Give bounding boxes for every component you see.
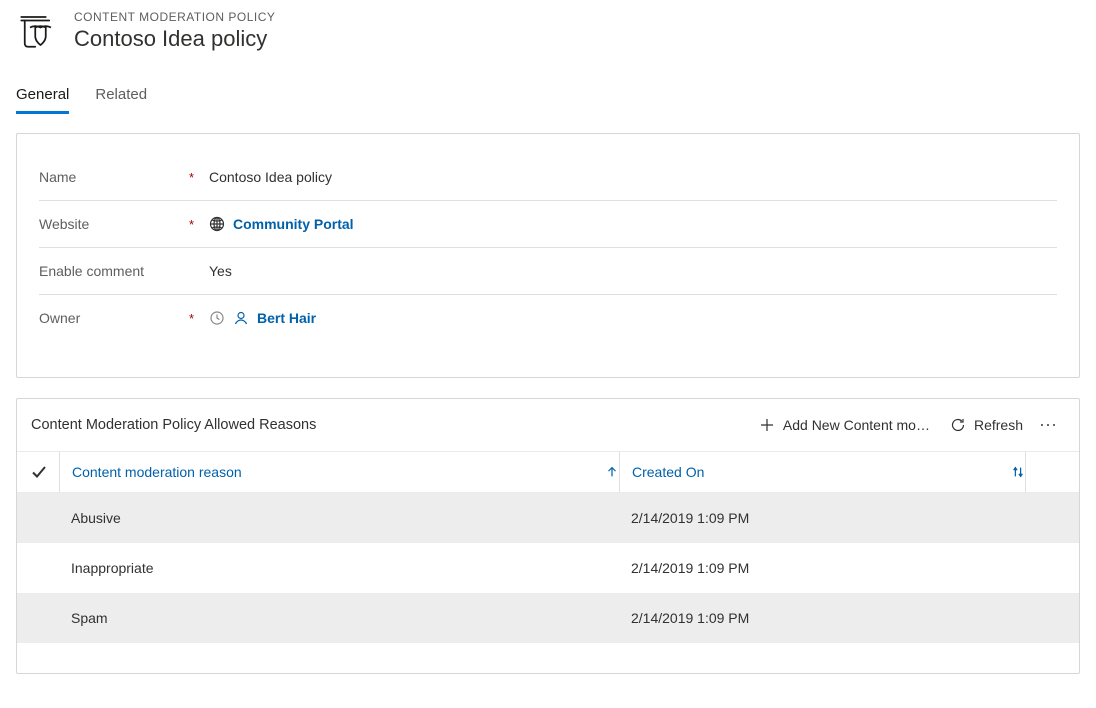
name-label: Name [39, 169, 76, 185]
required-mark: * [189, 170, 194, 185]
person-icon [233, 310, 249, 326]
cell-created: 2/14/2019 1:09 PM [619, 510, 1049, 526]
subgrid-allowed-reasons: Content Moderation Policy Allowed Reason… [16, 398, 1080, 674]
cell-created: 2/14/2019 1:09 PM [619, 560, 1049, 576]
website-link[interactable]: Community Portal [233, 216, 354, 232]
clock-icon [209, 310, 225, 326]
page-title: Contoso Idea policy [74, 26, 275, 52]
name-value: Contoso Idea policy [209, 169, 332, 185]
required-mark: * [189, 311, 194, 326]
cell-reason: Spam [59, 610, 619, 626]
grid-header: Content moderation reason Created On [17, 451, 1079, 493]
enable-comment-value: Yes [209, 263, 232, 279]
owner-label: Owner [39, 310, 80, 326]
sort-both-icon [1011, 465, 1025, 479]
field-owner[interactable]: Owner * Bert Hair [39, 295, 1057, 341]
cell-reason: Inappropriate [59, 560, 619, 576]
shield-document-icon [16, 10, 58, 52]
cell-created: 2/14/2019 1:09 PM [619, 610, 1049, 626]
enable-comment-label: Enable comment [39, 263, 144, 279]
cell-reason: Abusive [59, 510, 619, 526]
refresh-icon [950, 417, 966, 433]
page-header: CONTENT MODERATION POLICY Contoso Idea p… [16, 10, 1080, 52]
table-row[interactable]: Spam 2/14/2019 1:09 PM [17, 593, 1079, 643]
field-website[interactable]: Website * Community Portal [39, 201, 1057, 248]
more-commands-button[interactable]: ⋯ [1033, 411, 1065, 439]
website-label: Website [39, 216, 89, 232]
column-header-created[interactable]: Created On [619, 452, 1025, 492]
table-row[interactable]: Abusive 2/14/2019 1:09 PM [17, 493, 1079, 543]
add-new-button[interactable]: Add New Content mo… [749, 413, 940, 437]
sort-asc-icon [605, 465, 619, 479]
refresh-button[interactable]: Refresh [940, 413, 1033, 437]
owner-link[interactable]: Bert Hair [257, 310, 316, 326]
entity-type-label: CONTENT MODERATION POLICY [74, 10, 275, 24]
select-all-check-icon[interactable] [31, 464, 47, 480]
tab-related[interactable]: Related [95, 80, 147, 114]
globe-icon [209, 216, 225, 232]
field-name[interactable]: Name * Contoso Idea policy [39, 154, 1057, 201]
refresh-label: Refresh [974, 417, 1023, 433]
table-row[interactable]: Inappropriate 2/14/2019 1:09 PM [17, 543, 1079, 593]
tabs: General Related [16, 80, 1080, 115]
tab-general[interactable]: General [16, 80, 69, 114]
column-header-reason[interactable]: Content moderation reason [59, 452, 619, 492]
plus-icon [759, 417, 775, 433]
required-mark: * [189, 217, 194, 232]
subgrid-title: Content Moderation Policy Allowed Reason… [31, 417, 749, 433]
add-new-label: Add New Content mo… [783, 417, 930, 433]
form-card: Name * Contoso Idea policy Website * Com… [16, 133, 1080, 378]
field-enable-comment[interactable]: Enable comment Yes [39, 248, 1057, 295]
